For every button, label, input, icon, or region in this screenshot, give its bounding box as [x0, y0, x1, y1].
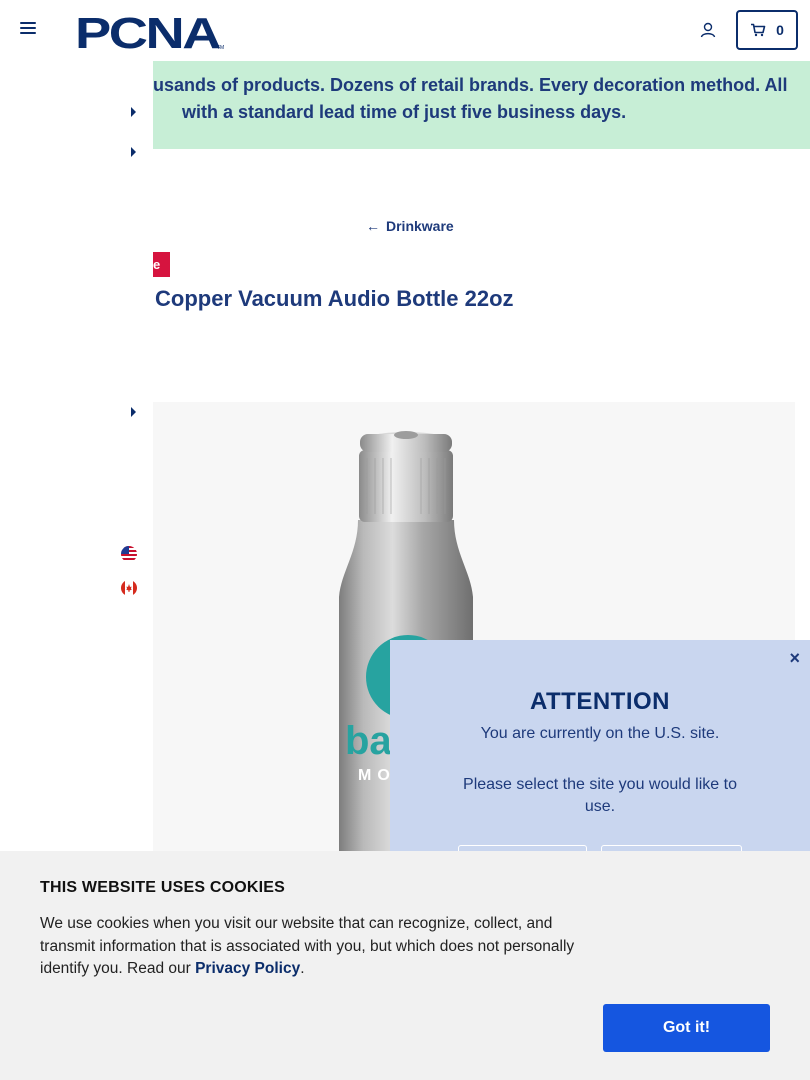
menu-icon[interactable] — [20, 22, 36, 38]
expand-caret-icon[interactable] — [131, 407, 136, 417]
modal-title: ATTENTION — [529, 688, 671, 715]
account-icon[interactable] — [699, 21, 717, 39]
svg-text:TM: TM — [217, 45, 224, 51]
modal-instruction-text: Please select the site you would like to… — [463, 776, 737, 815]
svg-text:ba: ba — [345, 719, 392, 763]
close-icon[interactable]: × — [789, 648, 800, 669]
cart-button[interactable]: 0 — [736, 10, 798, 50]
cookie-text: We use cookies when you visit our websit… — [40, 913, 610, 981]
svg-text:PCNA: PCNA — [75, 10, 220, 52]
expand-caret-icon[interactable] — [131, 147, 136, 157]
banner-line-1: usands of products. Dozens of retail bra… — [153, 75, 788, 95]
banner-line-2: with a standard lead time of just five b… — [182, 102, 627, 122]
breadcrumb-label: Drinkware — [386, 218, 454, 234]
sale-badge-text: e — [153, 257, 161, 272]
cart-icon — [751, 23, 766, 37]
privacy-policy-link[interactable]: Privacy Policy — [195, 960, 300, 977]
arrow-left-icon: ← — [366, 218, 380, 234]
product-title: Copper Vacuum Audio Bottle 22oz — [155, 286, 514, 311]
accept-cookies-button[interactable]: Got it! — [603, 1004, 770, 1052]
canada-flag-icon[interactable] — [121, 580, 137, 596]
breadcrumb-back-link[interactable]: ← Drinkware — [366, 218, 454, 234]
promo-banner: usands of products. Dozens of retail bra… — [153, 61, 810, 149]
us-flag-icon[interactable] — [121, 546, 137, 562]
expand-caret-icon[interactable] — [131, 107, 136, 117]
cookie-text-end: . — [300, 960, 305, 977]
cookie-body-text: We use cookies when you visit our websit… — [40, 915, 575, 977]
pcna-logo[interactable]: PCNA TM — [75, 10, 225, 52]
modal-current-site-text: You are currently on the U.S. site. — [480, 725, 720, 742]
site-select-modal: × ATTENTION You are currently on the U.S… — [390, 640, 810, 880]
sale-badge: e — [153, 252, 170, 277]
site-header: PCNA TM 0 — [0, 0, 810, 61]
cookie-banner: THIS WEBSITE USES COOKIES We use cookies… — [0, 851, 810, 1080]
cookie-title: THIS WEBSITE USES COOKIES — [40, 879, 286, 896]
cart-count: 0 — [776, 22, 784, 38]
product-page: PCNA TM 0 usands of products. Dozens of … — [0, 0, 810, 1080]
